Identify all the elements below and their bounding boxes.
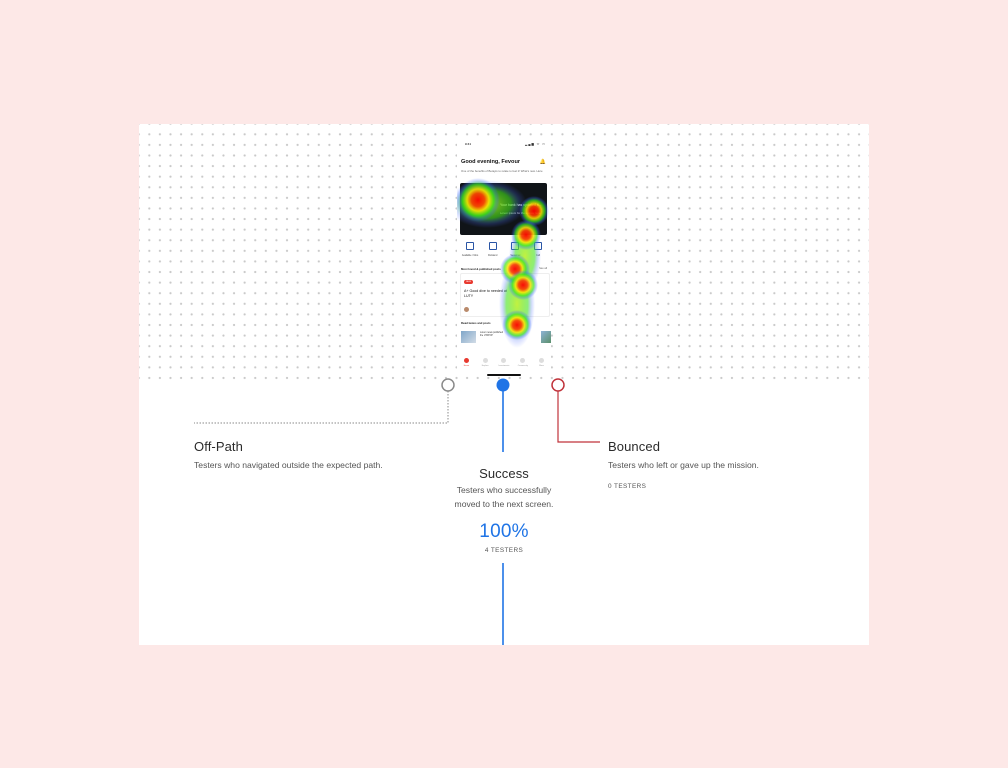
- bounced-title: Bounced: [608, 439, 661, 454]
- path-connectors: [194, 378, 600, 645]
- bounced-summary: Bounced Testers who left or gave up the …: [608, 439, 828, 490]
- success-node: [496, 378, 510, 392]
- off-path-connector: [194, 391, 449, 424]
- off-path-description: Testers who navigated outside the expect…: [194, 460, 383, 470]
- success-summary: Success Testers who successfully moved t…: [429, 466, 579, 554]
- success-description-line: Testers who successfully: [456, 485, 552, 495]
- bounced-description: Testers who left or gave up the mission.: [608, 460, 759, 470]
- bounced-connector: [557, 391, 600, 443]
- success-title: Success: [479, 466, 529, 481]
- success-tester-count: 4 TESTERS: [484, 547, 524, 554]
- bounced-node: [551, 378, 565, 392]
- off-path-node: [441, 378, 455, 392]
- off-path-title: Off-Path: [194, 439, 243, 454]
- results-card: 9:41 ▂▄▆ ᯤ ▭ Good evening, Fevour 🔔 One …: [139, 124, 869, 645]
- off-path-summary: Off-Path Testers who navigated outside t…: [194, 439, 414, 473]
- success-description-line: moved to the next screen.: [454, 498, 554, 509]
- success-description: Testers who successfully moved to the ne…: [429, 484, 579, 511]
- success-percent: 100%: [479, 521, 529, 542]
- bounced-tester-count: 0 TESTERS: [608, 482, 647, 490]
